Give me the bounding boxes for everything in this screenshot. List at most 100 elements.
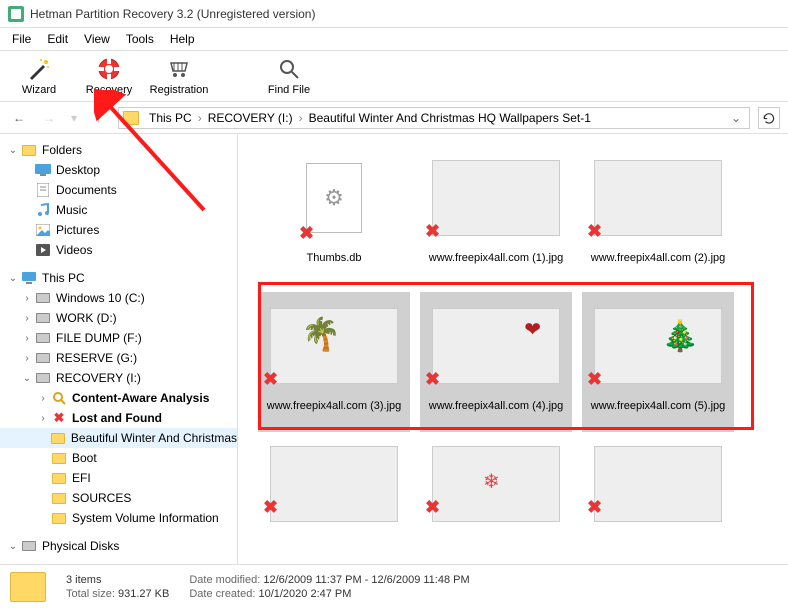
folder-icon (50, 490, 68, 506)
recovery-button[interactable]: Recovery (74, 51, 144, 101)
cart-icon (166, 56, 192, 82)
pictures-icon (34, 222, 52, 238)
folder-icon (20, 142, 38, 158)
file-thumbnail[interactable]: ✖www.freepix4all.com (5).jpg (582, 292, 734, 432)
tree-drive[interactable]: FILE DUMP (F:) (0, 328, 237, 348)
recovery-label: Recovery (86, 84, 132, 96)
tree-quick-desktop[interactable]: Desktop (0, 160, 237, 180)
music-icon (34, 202, 52, 218)
tree-folders-root[interactable]: Folders (0, 140, 237, 160)
menu-file[interactable]: File (4, 30, 39, 48)
tree-drive[interactable]: Windows 10 (C:) (0, 288, 237, 308)
deleted-marker-icon: ✖ (263, 369, 278, 390)
folder-icon (10, 572, 46, 602)
tree-quick-music[interactable]: Music (0, 200, 237, 220)
tree-item[interactable]: EFI (0, 468, 237, 488)
status-size: 931.27 KB (118, 588, 169, 600)
drive-icon (20, 538, 38, 554)
file-list-scroll[interactable]: ⚙✖Thumbs.db✖www.freepix4all.com (1).jpg✖… (238, 134, 788, 564)
deleted-marker-icon: ✖ (587, 497, 602, 518)
crumb-folder[interactable]: Beautiful Winter And Christmas HQ Wallpa… (305, 111, 595, 125)
registration-label: Registration (150, 84, 209, 96)
back-button[interactable]: ← (8, 107, 30, 129)
status-modified: 12/6/2009 11:37 PM - 12/6/2009 11:48 PM (263, 574, 469, 586)
file-thumbnail[interactable]: ✖ www.freepix4all.com (3).jpg (258, 292, 410, 432)
file-thumbnail[interactable]: ✖ (258, 440, 410, 520)
crumb-recovery[interactable]: RECOVERY (I:) (204, 111, 297, 125)
file-name: www.freepix4all.com (4).jpg (429, 400, 564, 413)
file-thumbnail[interactable]: ✖ www.freepix4all.com (2).jpg (582, 144, 734, 284)
crumb-thispc[interactable]: This PC (145, 111, 196, 125)
documents-icon (34, 182, 52, 198)
title-bar: Hetman Partition Recovery 3.2 (Unregiste… (0, 0, 788, 28)
folder-icon (50, 510, 68, 526)
tree-drive[interactable]: RESERVE (G:) (0, 348, 237, 368)
breadcrumb[interactable]: This PC › RECOVERY (I:) › Beautiful Wint… (118, 107, 750, 129)
file-name: www.freepix4all.com (2).jpg (591, 252, 726, 265)
breadcrumb-dropdown[interactable]: ⌄ (727, 111, 745, 125)
history-dropdown[interactable]: ▾ (68, 107, 80, 129)
tree-drive-recovery[interactable]: RECOVERY (I:) (0, 368, 237, 388)
status-bar: 3 items Total size: 931.27 KB Date modif… (0, 564, 788, 608)
deleted-marker-icon: ✖ (425, 497, 440, 518)
tree-quick-documents[interactable]: Documents (0, 180, 237, 200)
x-icon: ✖ (50, 410, 68, 426)
status-created-label: Date created: (189, 588, 255, 600)
menu-bar: File Edit View Tools Help (0, 28, 788, 50)
file-list: ⚙✖Thumbs.db✖www.freepix4all.com (1).jpg✖… (238, 134, 788, 564)
findfile-button[interactable]: Find File (254, 51, 324, 101)
chevron-right-icon: › (196, 111, 204, 125)
drive-icon (34, 290, 52, 306)
forward-button[interactable]: → (38, 107, 60, 129)
tree-thispc[interactable]: This PC (0, 268, 237, 288)
status-modified-label: Date modified: (189, 574, 260, 586)
drive-icon (34, 330, 52, 346)
wand-icon (26, 56, 52, 82)
nav-bar: ← → ▾ ↑ This PC › RECOVERY (I:) › Beauti… (0, 102, 788, 134)
folder-icon (50, 450, 68, 466)
deleted-marker-icon: ✖ (425, 221, 440, 242)
lifebuoy-icon (96, 56, 122, 82)
tree-item[interactable]: System Volume Information (0, 508, 237, 528)
menu-help[interactable]: Help (162, 30, 203, 48)
menu-edit[interactable]: Edit (39, 30, 76, 48)
findfile-label: Find File (268, 84, 310, 96)
folder-icon (123, 111, 139, 125)
wizard-button[interactable]: Wizard (4, 51, 74, 101)
folder-icon (50, 470, 68, 486)
menu-view[interactable]: View (76, 30, 118, 48)
menu-tools[interactable]: Tools (118, 30, 162, 48)
deleted-marker-icon: ✖ (425, 369, 440, 390)
file-thumbnail[interactable]: ✖ (582, 440, 734, 520)
file-thumbnail[interactable]: ⚙✖Thumbs.db (258, 144, 410, 284)
tree-quick-pictures[interactable]: Pictures (0, 220, 237, 240)
file-thumbnail[interactable]: ✖ www.freepix4all.com (4).jpg (420, 292, 572, 432)
folder-icon (50, 430, 67, 446)
refresh-icon (762, 111, 776, 125)
file-thumbnail[interactable]: ✖www.freepix4all.com (1).jpg (420, 144, 572, 284)
tree-drive[interactable]: WORK (D:) (0, 308, 237, 328)
toolbar: Wizard Recovery Registration Find File (0, 50, 788, 102)
tree-item[interactable]: Content-Aware Analysis (0, 388, 237, 408)
refresh-button[interactable] (758, 107, 780, 129)
pc-icon (20, 270, 38, 286)
folder-tree: Folders DesktopDocumentsMusicPicturesVid… (0, 134, 238, 564)
wizard-label: Wizard (22, 84, 56, 96)
file-name: www.freepix4all.com (3).jpg (267, 400, 402, 413)
window-title: Hetman Partition Recovery 3.2 (Unregiste… (30, 7, 315, 21)
tree-item[interactable]: Boot (0, 448, 237, 468)
registration-button[interactable]: Registration (144, 51, 214, 101)
status-size-label: Total size: (66, 588, 115, 600)
tree-item[interactable]: Beautiful Winter And Christmas (0, 428, 237, 448)
up-button[interactable]: ↑ (88, 107, 110, 129)
tree-quick-videos[interactable]: Videos (0, 240, 237, 260)
search-icon (50, 390, 68, 406)
tree-physical-disks[interactable]: Physical Disks (0, 536, 237, 556)
videos-icon (34, 242, 52, 258)
file-thumbnail[interactable]: ✖ (420, 440, 572, 520)
deleted-marker-icon: ✖ (587, 221, 602, 242)
file-name: www.freepix4all.com (5).jpg (591, 400, 726, 413)
tree-item[interactable]: SOURCES (0, 488, 237, 508)
drive-icon (34, 310, 52, 326)
tree-item[interactable]: ✖Lost and Found (0, 408, 237, 428)
